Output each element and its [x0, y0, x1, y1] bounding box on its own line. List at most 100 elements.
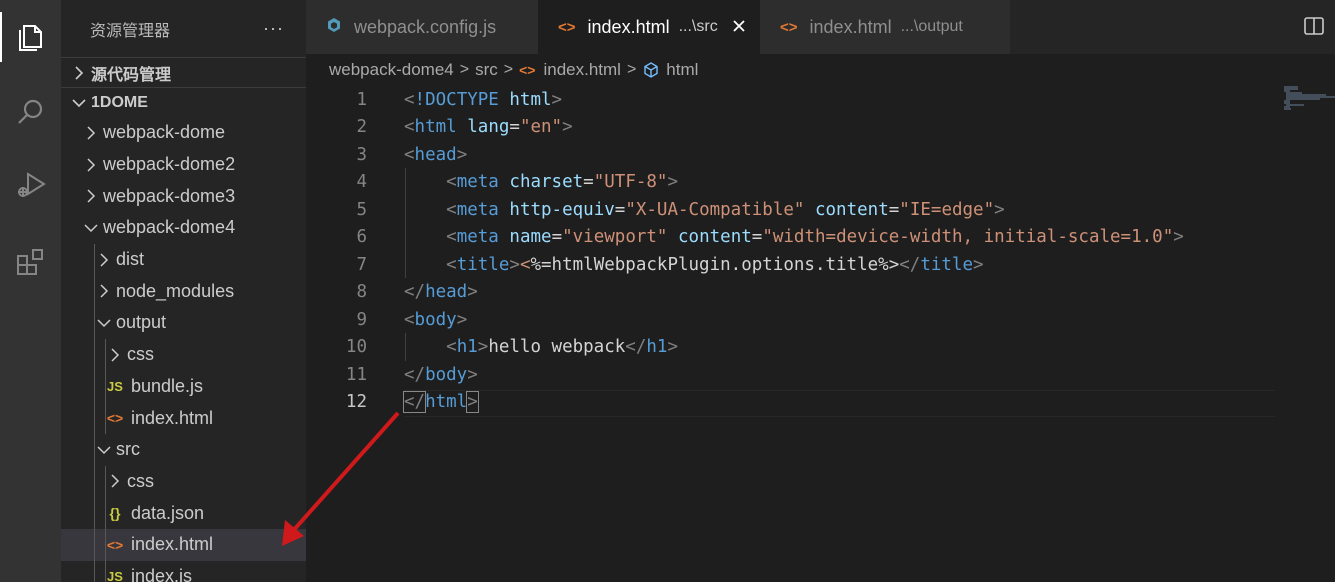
- code-line[interactable]: 3 <head>: [306, 141, 467, 169]
- file-tree: webpack-dome webpack-dome2 webpack-dome3 we…: [61, 117, 306, 582]
- folder-item-webpack-dome4[interactable]: webpack-dome4: [61, 212, 306, 244]
- file-item-data-json[interactable]: {} data.json: [61, 497, 306, 529]
- code-token: </: [625, 337, 647, 358]
- extensions-icon[interactable]: [0, 237, 61, 287]
- line-number: 4: [356, 172, 367, 193]
- chevron-right-icon: >: [503, 61, 514, 78]
- code-line[interactable]: 4 <meta charset="UTF-8">: [306, 169, 678, 197]
- code-line[interactable]: 8 </head>: [306, 279, 477, 307]
- section-workspace[interactable]: 1DOME: [61, 87, 306, 117]
- indent-guide: [94, 275, 95, 308]
- code-line[interactable]: 7 <title><%=htmlWebpackPlugin.options.ti…: [306, 251, 983, 279]
- code-line[interactable]: 6 <meta name="viewport" content="width=d…: [306, 224, 1183, 252]
- code-token: >: [467, 364, 478, 385]
- code-token: title: [456, 254, 510, 275]
- code-text: </html>: [402, 391, 479, 414]
- tab-webpack-config[interactable]: webpack.config.js: [306, 0, 538, 54]
- code-line[interactable]: 12 </html>: [306, 389, 479, 417]
- code-token: >: [477, 337, 489, 358]
- js-file-icon: JS: [107, 568, 123, 582]
- folder-item-webpack-dome[interactable]: webpack-dome: [61, 117, 306, 149]
- code-line[interactable]: 10 <h1>hello webpack</h1>: [306, 334, 678, 362]
- tree-item-label: node_modules: [116, 280, 235, 301]
- code-token: "viewport": [562, 227, 668, 248]
- breadcrumb-file[interactable]: index.html: [543, 60, 620, 80]
- line-number: 6: [356, 227, 367, 248]
- folder-item-output[interactable]: output: [61, 307, 306, 339]
- code-token: </: [402, 391, 427, 414]
- chevron-down-icon: [81, 222, 101, 234]
- code-token: <: [404, 117, 415, 138]
- code-text: </body>: [404, 365, 478, 385]
- folder-item-dist[interactable]: dist: [61, 243, 306, 276]
- tree-item-label: data.json: [131, 502, 205, 523]
- file-item-index-js[interactable]: JS index.js: [61, 560, 306, 582]
- indent-guide: [94, 433, 95, 466]
- chevron-down-icon: [94, 444, 114, 456]
- indent-guide: [94, 497, 95, 529]
- code-token: <: [519, 254, 531, 275]
- breadcrumb-symbol[interactable]: html: [666, 60, 698, 80]
- section-source-control[interactable]: 源代码管理: [61, 57, 306, 87]
- search-icon[interactable]: [0, 87, 61, 137]
- indent-guide: [105, 338, 106, 371]
- element-cube-icon: [642, 61, 660, 79]
- chevron-right-icon: >: [459, 61, 470, 78]
- line-number: 9: [356, 309, 367, 330]
- code-token: %=htmlWebpackPlugin.options.title%>: [530, 254, 900, 275]
- indent-guide: [94, 560, 95, 582]
- activity-bar: [0, 0, 61, 582]
- code-token: name: [509, 227, 552, 248]
- code-line[interactable]: 9 <body>: [306, 306, 467, 334]
- code-token: <: [446, 172, 457, 193]
- breadcrumb-folder[interactable]: src: [475, 60, 498, 80]
- code-token: <: [404, 144, 415, 165]
- folder-item-css[interactable]: css: [61, 465, 306, 498]
- tab-description: ...\src: [678, 18, 718, 35]
- code-line[interactable]: 2 <html lang="en">: [306, 114, 572, 142]
- run-debug-icon[interactable]: [0, 160, 61, 210]
- files-icon[interactable]: [0, 12, 61, 62]
- code-token: "width=device-width, initial-scale=1.0": [762, 227, 1174, 248]
- more-actions-button[interactable]: ···: [263, 18, 284, 39]
- folder-item-src[interactable]: src: [61, 433, 306, 466]
- folder-item-webpack-dome3[interactable]: webpack-dome3: [61, 180, 306, 212]
- code-token: content: [678, 227, 752, 248]
- code-token: >: [973, 254, 984, 275]
- code-editor[interactable]: 1 <!DOCTYPE html> 2 <html lang="en"> 3 <head>…: [306, 86, 1335, 582]
- code-token: body: [425, 364, 468, 385]
- tab-index-html-src[interactable]: <> index.html ...\src: [538, 0, 760, 54]
- split-editor-icon[interactable]: [1303, 15, 1325, 37]
- code-token: >: [667, 337, 678, 358]
- indent-guide: [94, 370, 95, 403]
- chevron-right-icon: [94, 253, 114, 267]
- breadcrumb-folder[interactable]: webpack-dome4: [329, 60, 454, 80]
- html-icon: <>: [780, 18, 798, 36]
- code-token: </: [404, 364, 426, 385]
- folder-item-css[interactable]: css: [61, 338, 306, 371]
- close-icon[interactable]: [732, 16, 746, 39]
- tab-label: index.html: [809, 16, 892, 37]
- code-token: html: [509, 89, 552, 110]
- line-number: 10: [345, 337, 367, 358]
- code-token: html: [414, 117, 457, 138]
- code-line[interactable]: 1 <!DOCTYPE html>: [306, 86, 562, 114]
- code-token: =: [614, 199, 626, 220]
- breadcrumb: webpack-dome4 > src > <> index.html > ht…: [329, 54, 698, 86]
- code-token: head: [414, 144, 457, 165]
- chevron-right-icon: [69, 65, 89, 80]
- minimap[interactable]: [1280, 86, 1335, 116]
- folder-item-node-modules[interactable]: node_modules: [61, 275, 306, 308]
- tree-item-label: index.html: [131, 534, 214, 555]
- code-line[interactable]: 11 </body>: [306, 361, 478, 389]
- folder-item-webpack-dome2[interactable]: webpack-dome2: [61, 149, 306, 181]
- file-item-index-html[interactable]: <> index.html: [61, 528, 306, 561]
- indent-guide: [105, 402, 106, 434]
- tab-index-html-output[interactable]: <> index.html ...\output: [760, 0, 1010, 54]
- file-item-index-html[interactable]: <> index.html: [61, 402, 306, 434]
- code-line[interactable]: 5 <meta http-equiv="X-UA-Compatible" con…: [306, 196, 1004, 224]
- file-item-bundle-js[interactable]: JS bundle.js: [61, 370, 306, 403]
